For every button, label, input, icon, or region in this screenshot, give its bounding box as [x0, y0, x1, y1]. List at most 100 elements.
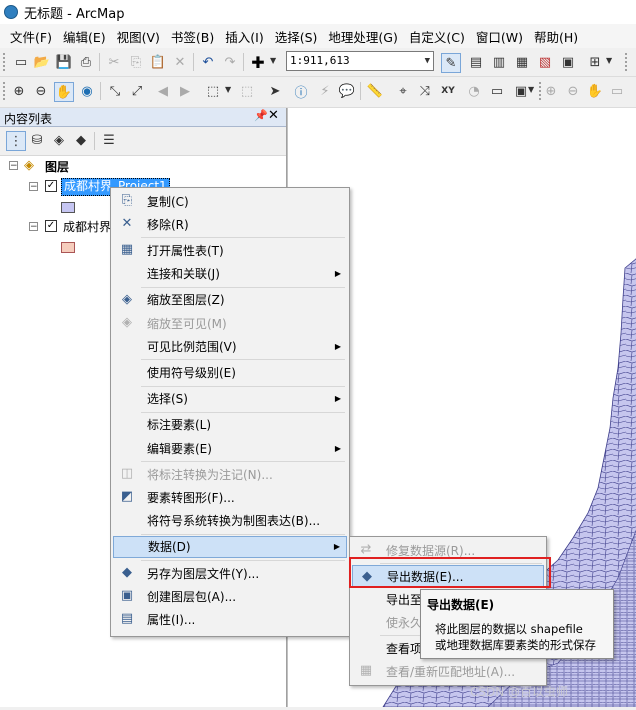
python-window-icon[interactable]: ▣: [559, 53, 577, 71]
collapse-icon[interactable]: −: [9, 161, 18, 171]
fixed-zoom-out-icon[interactable]: ⤢: [128, 82, 146, 100]
zoom-out-disabled-icon[interactable]: ⊖: [564, 82, 582, 100]
toolbar-options-dropdown-icon[interactable]: ▼: [528, 85, 534, 94]
toolbar-options-dropdown-icon[interactable]: ▼: [606, 56, 612, 65]
menu-item[interactable]: 编辑(E): [58, 27, 111, 46]
menu-item[interactable]: 选择(S) ▶: [113, 388, 347, 410]
layer-visibility-checkbox[interactable]: ✓: [45, 180, 57, 192]
menu-item[interactable]: 书签(B): [166, 27, 219, 46]
toc-window-icon[interactable]: ▤: [467, 53, 485, 71]
open-folder-icon[interactable]: 📂: [33, 53, 51, 71]
find-route-icon[interactable]: ⤨: [416, 82, 434, 100]
save-icon[interactable]: 💾: [55, 53, 73, 71]
undo-icon[interactable]: ↶: [199, 53, 217, 71]
menu-item[interactable]: 帮助(H): [529, 27, 583, 46]
zoom-out-icon[interactable]: ⊖: [32, 82, 50, 100]
menu-item-label: 查看项: [386, 641, 423, 656]
menu-item[interactable]: 文件(F): [0, 27, 57, 46]
menu-item[interactable]: 选择(S): [270, 27, 323, 46]
menu-item[interactable]: 视图(V): [112, 27, 165, 46]
zoom-whole-page-icon[interactable]: ▭: [608, 82, 626, 100]
copy-icon[interactable]: ⎘: [127, 53, 145, 71]
menu-item[interactable]: 编辑要素(E) ▶: [113, 437, 347, 459]
layer-name[interactable]: 成都村界: [63, 218, 111, 235]
menu-item[interactable]: ▣ 创建图层包(A)...: [113, 585, 347, 607]
menu-item[interactable]: 使用符号级别(E): [113, 361, 347, 383]
menu-item[interactable]: ▤ 属性(I)...: [113, 608, 347, 630]
menu-item[interactable]: 标注要素(L): [113, 414, 347, 436]
menu-item[interactable]: 可见比例范围(V) ▶: [113, 335, 347, 357]
measure-icon[interactable]: 📏: [366, 82, 384, 100]
list-by-drawing-order-icon[interactable]: ⋮: [6, 131, 26, 151]
menu-item[interactable]: ◫ 将标注转换为注记(N)...: [113, 463, 347, 485]
model-builder-icon[interactable]: ⊞: [586, 53, 604, 71]
paste-icon[interactable]: 📋: [149, 53, 167, 71]
forward-arrow-icon[interactable]: ▶: [176, 82, 194, 100]
zoom-in-disabled-icon[interactable]: ⊕: [542, 82, 560, 100]
menu-item[interactable]: ◆ 另存为图层文件(Y)...: [113, 562, 347, 584]
menu-item[interactable]: 插入(I): [220, 27, 268, 46]
find-binoculars-icon[interactable]: ⌖: [394, 82, 412, 100]
menu-item[interactable]: 自定义(C): [404, 27, 470, 46]
pan-hand-icon[interactable]: ✋: [54, 82, 74, 102]
collapse-icon[interactable]: −: [29, 182, 38, 192]
select-dropdown-icon[interactable]: ▼: [225, 85, 231, 94]
html-popup-icon[interactable]: 💬: [338, 82, 356, 100]
menu-item[interactable]: 窗口(W): [471, 27, 528, 46]
redo-icon[interactable]: ↷: [221, 53, 239, 71]
list-by-selection-icon[interactable]: ◆: [72, 131, 90, 149]
menu-item[interactable]: ▦ 查看/重新匹配地址(A)...: [352, 660, 544, 682]
new-map-icon[interactable]: ▭: [12, 53, 30, 71]
toc-root-label[interactable]: 图层: [45, 158, 69, 175]
hyperlink-icon[interactable]: ⚡: [316, 82, 334, 100]
select-features-icon[interactable]: ⬚: [204, 82, 222, 100]
map-scale-combobox[interactable]: 1:911,613 ▼: [286, 51, 434, 71]
layer-symbol-swatch[interactable]: [61, 202, 75, 213]
search-window-icon[interactable]: ▦: [513, 53, 531, 71]
delete-icon[interactable]: ✕: [171, 53, 189, 71]
chevron-down-icon[interactable]: ▼: [425, 52, 430, 70]
fixed-zoom-in-icon[interactable]: ⤡: [106, 82, 124, 100]
arctoolbox-icon[interactable]: ▧: [536, 53, 554, 71]
go-to-xy-icon[interactable]: XY: [439, 82, 457, 100]
list-by-source-icon[interactable]: ⛁: [28, 131, 46, 149]
menu-item[interactable]: 地理处理(G): [323, 27, 402, 46]
add-data-dropdown-icon[interactable]: ▼: [270, 56, 276, 65]
editor-toolbar-icon[interactable]: ✎: [441, 53, 461, 73]
menu-item[interactable]: ✕ 移除(R): [113, 213, 347, 235]
menu-separator: [141, 385, 345, 387]
layer-visibility-checkbox[interactable]: ✓: [45, 220, 57, 232]
cut-icon[interactable]: ✂: [105, 53, 123, 71]
menu-item[interactable]: ▦ 打开属性表(T): [113, 239, 347, 261]
pin-icon[interactable]: 📌: [254, 109, 268, 122]
toc-toolbar: ⋮ ⛁ ◈ ◆ ☰: [0, 127, 286, 156]
time-slider-icon[interactable]: ◔: [465, 82, 483, 100]
identify-icon[interactable]: ⓘ: [292, 82, 310, 101]
collapse-icon[interactable]: −: [29, 222, 38, 232]
menu-item[interactable]: 数据(D) ▶: [113, 535, 347, 558]
create-viewer-window-icon[interactable]: ▭: [488, 82, 506, 100]
menu-item[interactable]: 将符号系统转换为制图表达(B)...: [113, 510, 347, 532]
full-extent-globe-icon[interactable]: ◉: [78, 82, 96, 100]
menu-item[interactable]: ◩ 要素转图形(F)...: [113, 486, 347, 508]
toolbar-grip[interactable]: [2, 81, 6, 101]
back-arrow-icon[interactable]: ◀: [154, 82, 172, 100]
menu-item[interactable]: ⎘ 复制(C): [113, 190, 347, 212]
toc-options-icon[interactable]: ☰: [100, 131, 118, 149]
add-data-icon[interactable]: ✚: [249, 53, 267, 72]
menu-item[interactable]: ◈ 缩放至图层(Z): [113, 289, 347, 311]
menu-item[interactable]: ◈ 缩放至可见(M): [113, 312, 347, 334]
menu-item[interactable]: 连接和关联(J) ▶: [113, 263, 347, 285]
toolbar-grip[interactable]: [624, 52, 628, 72]
clear-selection-icon[interactable]: ⬚: [238, 82, 256, 100]
catalog-window-icon[interactable]: ▥: [490, 53, 508, 71]
menu-item-label: 可见比例范围(V): [147, 339, 237, 354]
toolbar-grip[interactable]: [2, 52, 6, 72]
close-icon[interactable]: ✕: [268, 108, 279, 123]
pan-disabled-icon[interactable]: ✋: [586, 82, 604, 100]
list-by-visibility-icon[interactable]: ◈: [50, 131, 68, 149]
zoom-in-icon[interactable]: ⊕: [10, 82, 28, 100]
select-elements-arrow-icon[interactable]: ➤: [266, 82, 284, 100]
layer-symbol-swatch[interactable]: [61, 242, 75, 253]
print-icon[interactable]: ⎙: [77, 53, 95, 71]
